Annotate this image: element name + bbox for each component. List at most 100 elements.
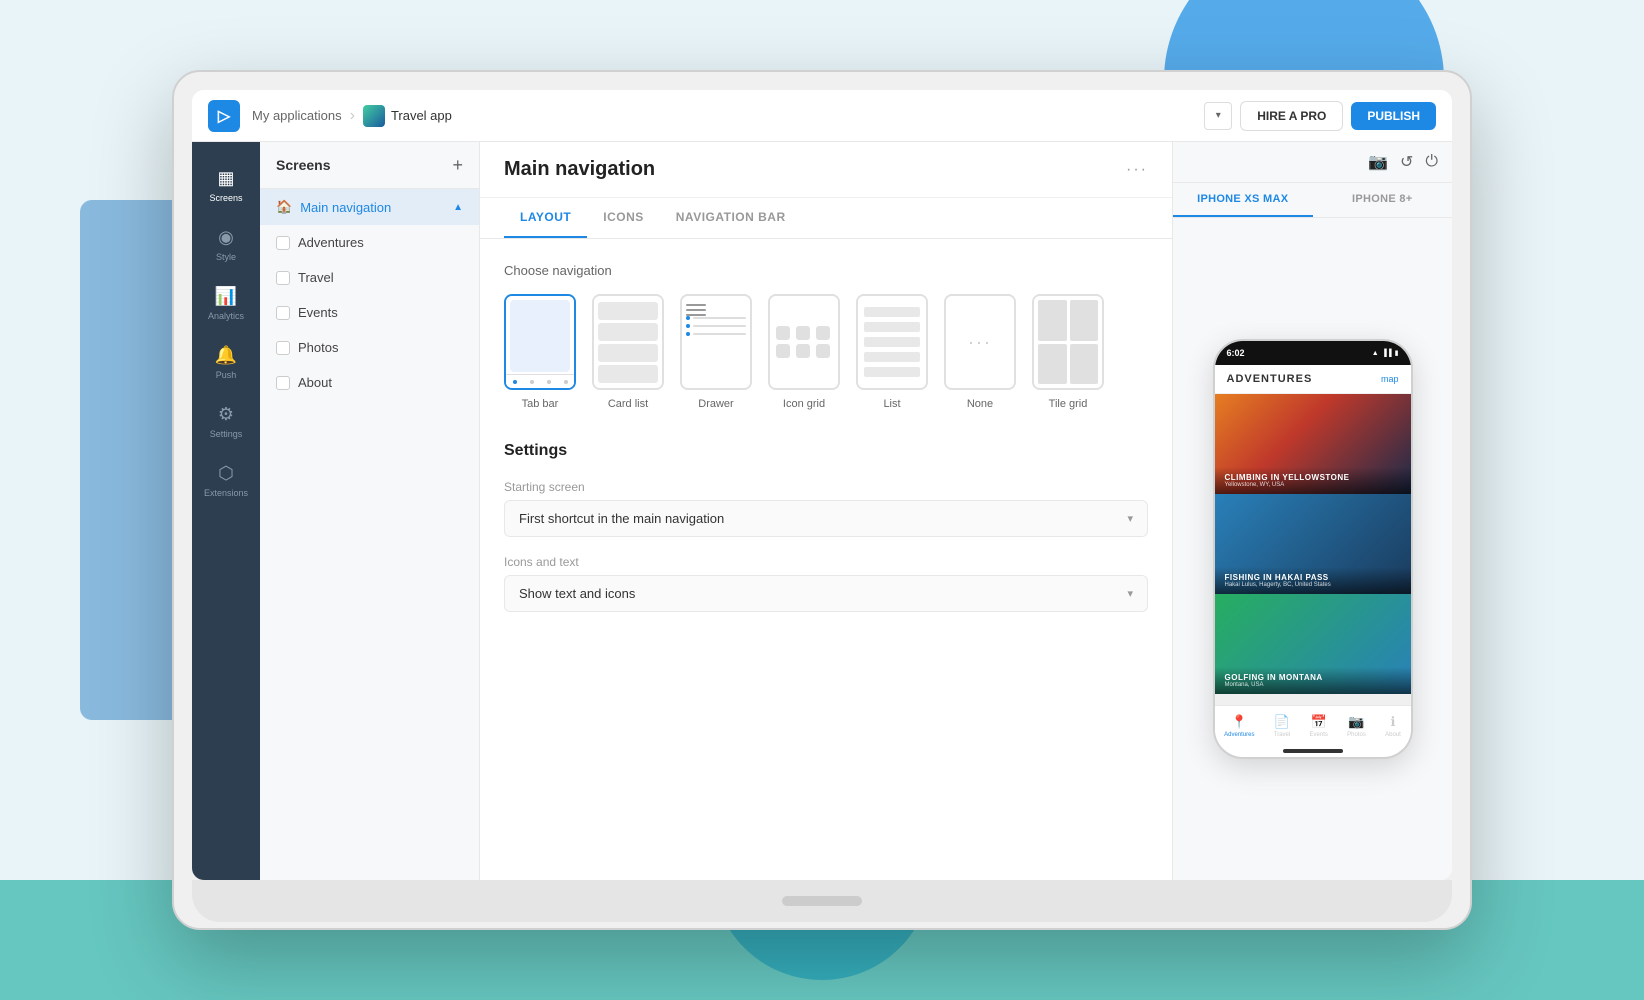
sidebar-item-analytics[interactable]: 📊 Analytics (198, 276, 254, 331)
push-label: Push (216, 370, 237, 380)
icons-text-label: Icons and text (504, 555, 1148, 569)
icons-text-select[interactable]: Show text and icons ▾ (504, 575, 1148, 612)
preview-header: 📷 ↺ ⏻ (1173, 142, 1452, 183)
card-1 (598, 302, 658, 320)
sidebar-item-screens[interactable]: ▦ Screens (198, 158, 254, 213)
main-more-button[interactable]: ··· (1126, 161, 1148, 179)
phone-tab-about[interactable]: ℹ About (1385, 714, 1401, 738)
app-header: ▷ My applications › Travel app ▾ HIRE A … (192, 90, 1452, 142)
screen-name-events: Events (298, 305, 338, 320)
card-2 (598, 323, 658, 341)
screens-panel: Screens + 🏠 Main navigation ▲ Adventures… (260, 142, 480, 880)
tab-photos-icon: 📷 (1348, 714, 1364, 730)
drawer-dot-2 (686, 324, 690, 328)
li-1 (864, 307, 920, 317)
icons-text-field: Icons and text Show text and icons ▾ (504, 555, 1148, 612)
card-4 (598, 365, 658, 383)
screen-name-photos: Photos (298, 340, 338, 355)
style-icon: ◉ (218, 227, 234, 248)
phone-body: CLIMBING IN YELLOWSTONE Yellowstone, WY,… (1215, 394, 1411, 705)
main-body: Choose navigation (480, 239, 1172, 880)
screen-item-events[interactable]: Events (260, 295, 479, 330)
tab-layout[interactable]: LAYOUT (504, 198, 587, 238)
add-screen-button[interactable]: + (452, 156, 463, 174)
expand-chevron: ▲ (453, 202, 463, 213)
screen-checkbox-events[interactable] (276, 306, 290, 320)
layout-thumb-tab-bar (504, 294, 576, 390)
sidebar-item-extensions[interactable]: ⬡ Extensions (198, 453, 254, 508)
starting-screen-select[interactable]: First shortcut in the main navigation ▾ (504, 500, 1148, 537)
phone-time: 6:02 (1227, 348, 1245, 358)
tab-dot-2 (530, 380, 534, 384)
power-icon[interactable]: ⏻ (1425, 153, 1438, 171)
screen-item-main-navigation[interactable]: 🏠 Main navigation ▲ (260, 189, 479, 225)
extensions-label: Extensions (204, 488, 248, 498)
layout-none[interactable]: ··· None (944, 294, 1016, 410)
nav-layouts-container: Tab bar (504, 294, 1148, 410)
layout-drawer[interactable]: Drawer (680, 294, 752, 410)
signal-icon: ▐▐ (1382, 350, 1392, 357)
screen-item-about[interactable]: About (260, 365, 479, 400)
tab-navigation-bar[interactable]: NAVIGATION BAR (660, 198, 802, 238)
screens-icon: ▦ (217, 168, 234, 189)
layout-tab-bar[interactable]: Tab bar (504, 294, 576, 410)
drawer-dot-3 (686, 332, 690, 336)
ig-2 (796, 326, 810, 340)
sidebar-item-settings[interactable]: ⚙ Settings (198, 394, 254, 449)
drawer-items (686, 316, 746, 336)
style-label: Style (216, 252, 236, 262)
breadcrumb-home[interactable]: My applications (252, 108, 342, 123)
li-3 (864, 337, 920, 347)
layout-thumb-card-list (592, 294, 664, 390)
camera-icon[interactable]: 📷 (1368, 152, 1388, 172)
screen-item-adventures[interactable]: Adventures (260, 225, 479, 260)
screen-checkbox-adventures[interactable] (276, 236, 290, 250)
home-icon: 🏠 (276, 199, 292, 215)
tab-bar-preview (506, 296, 574, 388)
screen-item-travel[interactable]: Travel (260, 260, 479, 295)
layout-label-tile-grid: Tile grid (1049, 398, 1088, 410)
phone-card-3: GOLFING IN MONTANA Montana, USA (1215, 594, 1411, 694)
screen-item-photos[interactable]: Photos (260, 330, 479, 365)
settings-title: Settings (504, 442, 1148, 460)
layout-icon-grid[interactable]: Icon grid (768, 294, 840, 410)
publish-button[interactable]: PUBLISH (1351, 102, 1436, 130)
screen-checkbox-travel[interactable] (276, 271, 290, 285)
breadcrumb-app-name: Travel app (391, 108, 452, 123)
layout-card-list[interactable]: Card list (592, 294, 664, 410)
device-tab-8plus[interactable]: IPHONE 8+ (1313, 183, 1453, 217)
refresh-icon[interactable]: ↺ (1400, 152, 1413, 172)
tab-bar-bottom (506, 374, 574, 388)
main-content-header: Main navigation ··· (480, 142, 1172, 198)
phone-tab-travel[interactable]: 📄 Travel (1274, 714, 1290, 738)
header-dropdown[interactable]: ▾ (1204, 102, 1232, 130)
hire-a-pro-button[interactable]: HIRE A PRO (1240, 101, 1343, 131)
sidebar-item-style[interactable]: ◉ Style (198, 217, 254, 272)
list-preview (858, 296, 926, 388)
device-tab-xs-max[interactable]: IPHONE XS MAX (1173, 183, 1313, 217)
breadcrumb-separator: › (350, 107, 355, 125)
travel-app-icon (363, 105, 385, 127)
tab-bar-screen (510, 300, 570, 372)
drawer-menu-icon (686, 304, 706, 316)
screen-checkbox-about[interactable] (276, 376, 290, 390)
phone-tab-photos[interactable]: 📷 Photos (1347, 714, 1366, 738)
phone-tab-events[interactable]: 📅 Events (1310, 714, 1328, 738)
sidebar-item-push[interactable]: 🔔 Push (198, 335, 254, 390)
ig-5 (796, 344, 810, 358)
screen-name-adventures: Adventures (298, 235, 364, 250)
screens-panel-header: Screens + (260, 142, 479, 189)
tab-icons[interactable]: ICONS (587, 198, 660, 238)
card-list-preview (594, 296, 662, 388)
phone-tab-adventures[interactable]: 📍 Adventures (1224, 714, 1254, 738)
phone-card-1: CLIMBING IN YELLOWSTONE Yellowstone, WY,… (1215, 394, 1411, 494)
starting-screen-arrow: ▾ (1127, 512, 1133, 525)
card-1-overlay: CLIMBING IN YELLOWSTONE Yellowstone, WY,… (1215, 467, 1411, 494)
screen-checkbox-photos[interactable] (276, 341, 290, 355)
header-actions: ▾ HIRE A PRO PUBLISH (1204, 101, 1436, 131)
tg-3 (1038, 344, 1067, 385)
starting-screen-value: First shortcut in the main navigation (519, 511, 724, 526)
layout-list[interactable]: List (856, 294, 928, 410)
layout-tile-grid[interactable]: Tile grid (1032, 294, 1104, 410)
screen-name-main-navigation: Main navigation (300, 200, 391, 215)
